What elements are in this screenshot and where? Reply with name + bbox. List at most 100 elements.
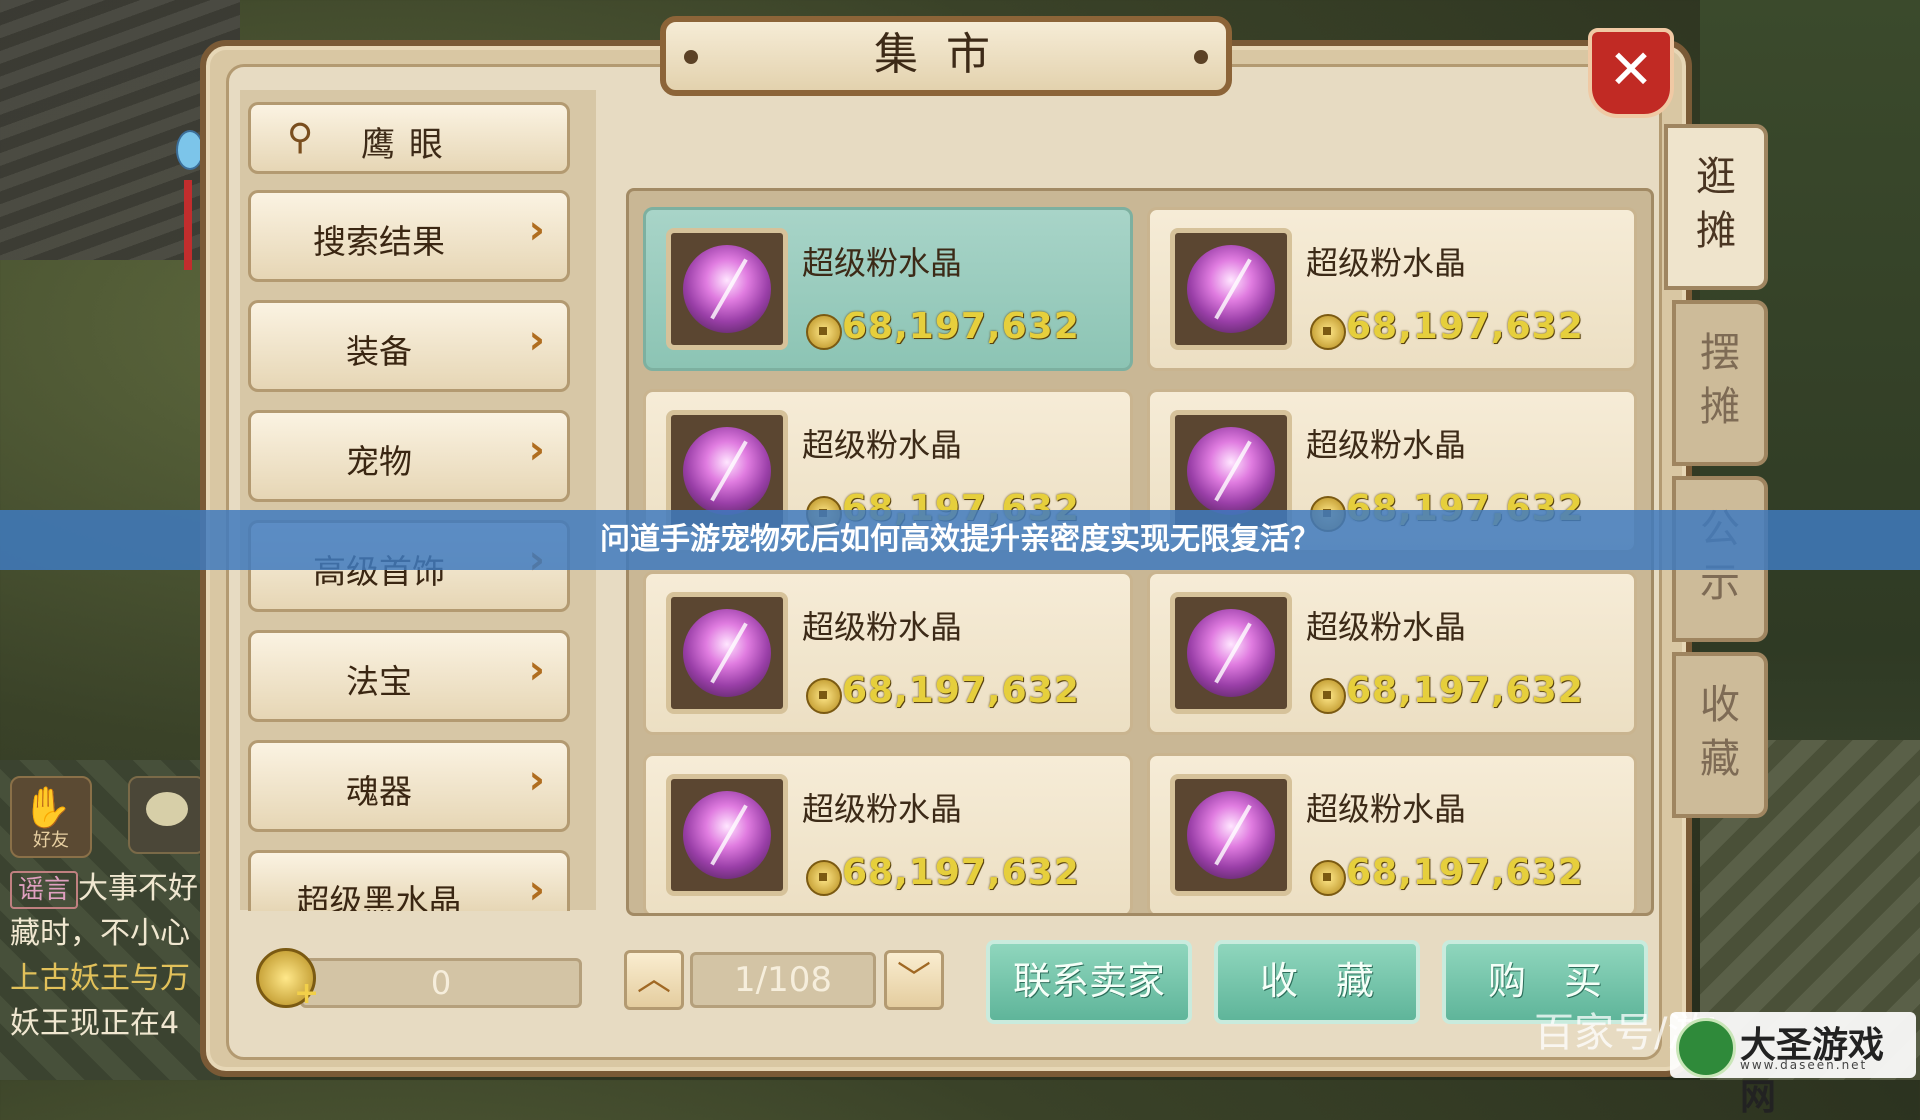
tab-label: 逛	[1696, 154, 1736, 200]
item-slot	[666, 774, 788, 896]
item-name: 超级粉水晶	[802, 426, 963, 464]
category-label: 法宝	[346, 662, 412, 701]
tab-favorites[interactable]: 收 藏	[1672, 652, 1768, 818]
page-down-button[interactable]: ﹀	[884, 950, 944, 1010]
search-label: 鹰眼	[361, 125, 457, 165]
coin-icon	[806, 860, 842, 896]
hawkeye-search-button[interactable]: ⚲ 鹰眼	[248, 102, 570, 174]
coin-icon	[1310, 314, 1346, 350]
pink-crystal-icon	[1187, 245, 1275, 333]
category-label: 搜索结果	[313, 222, 445, 261]
chevron-right-icon: ›	[528, 867, 545, 911]
site-logo-watermark: 大圣游戏网 www.daseen.net	[1670, 1012, 1916, 1118]
tab-label: 摊	[1696, 208, 1736, 254]
item-price: 68,197,632	[1346, 670, 1584, 711]
favorite-button[interactable]: 收 藏	[1214, 940, 1420, 1024]
item-name: 超级粉水晶	[1306, 244, 1467, 282]
close-button[interactable]: ✕	[1588, 28, 1674, 118]
site-logo-icon	[1676, 1018, 1736, 1078]
chat-line: 藏时，不小心	[10, 911, 210, 956]
item-price: 68,197,632	[842, 852, 1080, 893]
coin-icon	[806, 314, 842, 350]
tab-browse-stalls[interactable]: 逛 摊	[1664, 124, 1768, 290]
coin-icon	[1310, 860, 1346, 896]
chevron-right-icon: ›	[528, 757, 545, 803]
site-logo-url: www.daseen.net	[1740, 1058, 1868, 1072]
item-price: 68,197,632	[842, 306, 1080, 347]
item-card[interactable]: 超级粉水晶 68,197,632	[1147, 571, 1637, 735]
item-card[interactable]: 超级粉水晶 68,197,632	[643, 571, 1133, 735]
item-card[interactable]: 超级粉水晶 68,197,632	[1147, 207, 1637, 371]
chevron-right-icon: ›	[528, 427, 545, 473]
pink-crystal-icon	[683, 427, 771, 515]
red-tassel-icon	[184, 180, 192, 270]
chat-text: 妖王现正在4	[10, 1006, 180, 1041]
category-super-black-crystal[interactable]: 超级黑水晶 ›	[248, 850, 570, 911]
tab-label: 摆	[1700, 330, 1740, 376]
category-magic-treasure[interactable]: 法宝 ›	[248, 630, 570, 722]
chat-button[interactable]	[128, 776, 206, 854]
item-slot	[1170, 774, 1292, 896]
pink-crystal-icon	[1187, 427, 1275, 515]
chat-line: 上古妖王与万	[10, 956, 210, 1001]
item-name: 超级粉水晶	[1306, 426, 1467, 464]
coin-icon	[1310, 678, 1346, 714]
chat-log[interactable]: 谣言 大事不好 藏时，不小心 上古妖王与万 妖王现正在4	[10, 866, 210, 1046]
tab-label: 藏	[1700, 736, 1740, 782]
title-rivet-icon	[684, 50, 698, 64]
category-search-results[interactable]: 搜索结果 ›	[248, 190, 570, 282]
chevron-right-icon: ›	[528, 317, 545, 363]
hanging-ornament	[168, 80, 204, 270]
tab-set-up-stall[interactable]: 摆 摊	[1672, 300, 1768, 466]
chat-line: 妖王现正在4	[10, 1001, 210, 1046]
item-slot	[1170, 592, 1292, 714]
item-price: 68,197,632	[1346, 852, 1584, 893]
item-name: 超级粉水晶	[1306, 790, 1467, 828]
item-card[interactable]: 超级粉水晶 68,197,632	[1147, 753, 1637, 913]
chevron-down-icon: ﹀	[897, 959, 931, 999]
chevron-right-icon: ›	[528, 647, 545, 693]
item-slot	[666, 228, 788, 350]
item-name: 超级粉水晶	[802, 608, 963, 646]
contact-seller-button[interactable]: 联系卖家	[986, 940, 1192, 1024]
pink-crystal-icon	[1187, 609, 1275, 697]
item-slot	[1170, 228, 1292, 350]
pink-crystal-icon	[683, 245, 771, 333]
chevron-right-icon: ›	[528, 207, 545, 253]
item-price: 68,197,632	[1346, 306, 1584, 347]
category-soul-artifact[interactable]: 魂器 ›	[248, 740, 570, 832]
item-card[interactable]: 超级粉水晶 68,197,632	[643, 753, 1133, 913]
chat-text: 上古妖王与万	[10, 961, 190, 996]
page-indicator: 1/108	[690, 952, 876, 1008]
title-rivet-icon	[1194, 50, 1208, 64]
category-label: 超级黑水晶	[296, 882, 462, 911]
category-equipment[interactable]: 装备 ›	[248, 300, 570, 392]
friends-button[interactable]: ✋ 好友	[10, 776, 92, 858]
item-price: 68,197,632	[842, 670, 1080, 711]
chat-text: 大事不好	[78, 871, 199, 906]
rumor-tag: 谣言	[10, 871, 79, 909]
page-up-button[interactable]: ︿	[624, 950, 684, 1010]
category-label: 装备	[346, 332, 412, 371]
close-icon: ✕	[1608, 38, 1654, 101]
item-name: 超级粉水晶	[802, 244, 963, 282]
item-card[interactable]: 超级粉水晶 68,197,632	[643, 207, 1133, 371]
pink-crystal-icon	[683, 609, 771, 697]
tab-label: 摊	[1700, 384, 1740, 430]
tab-label: 收	[1700, 682, 1740, 728]
chat-line: 谣言 大事不好	[10, 866, 210, 911]
category-pets[interactable]: 宠物 ›	[248, 410, 570, 502]
article-title-banner: 问道手游宠物死后如何高效提升亲密度实现无限复活？	[0, 510, 1920, 570]
add-currency-icon[interactable]: +	[294, 976, 319, 1011]
market-title-plate: 集市	[660, 16, 1232, 96]
chat-text: 藏时，不小心	[10, 916, 190, 951]
handshake-icon: ✋	[22, 785, 72, 831]
coin-icon	[806, 678, 842, 714]
speech-bubble-icon	[146, 792, 188, 826]
item-name: 超级粉水晶	[802, 790, 963, 828]
pink-crystal-icon	[683, 791, 771, 879]
category-label: 宠物	[346, 442, 412, 481]
item-name: 超级粉水晶	[1306, 608, 1467, 646]
item-slot	[666, 592, 788, 714]
currency-amount: 0	[300, 958, 582, 1008]
